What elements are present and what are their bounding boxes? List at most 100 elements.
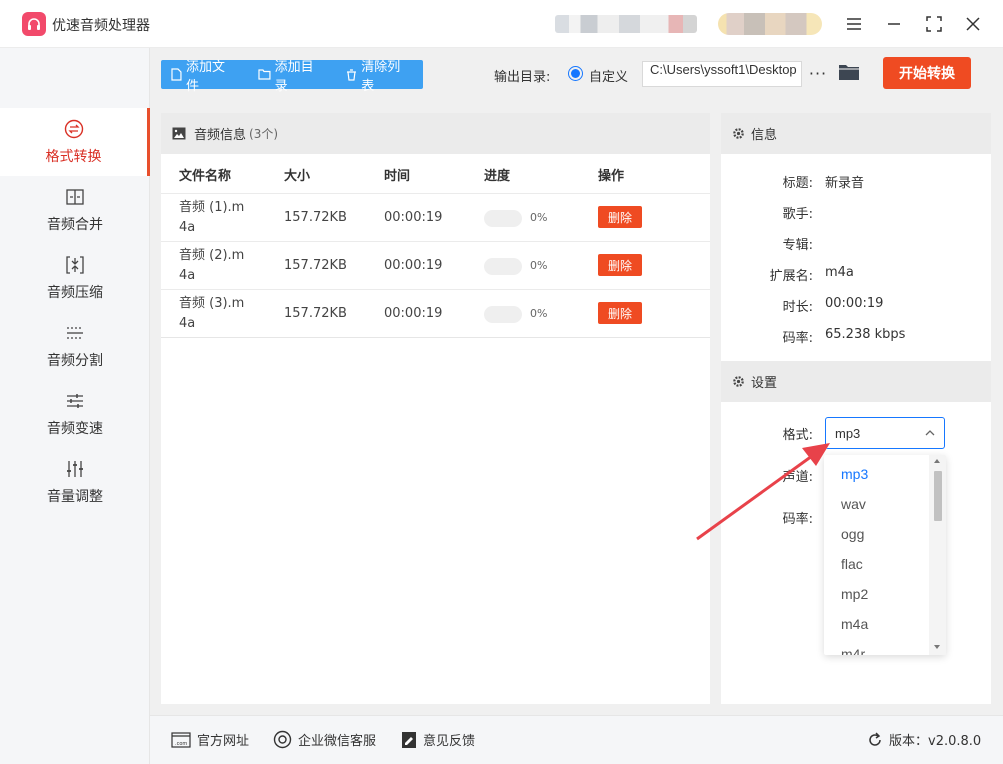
format-select[interactable]: mp3 (825, 417, 945, 449)
chevron-up-icon (925, 430, 935, 436)
delete-button[interactable]: 删除 (598, 302, 642, 324)
table-row[interactable]: 音频 (2).m4a 157.72KB 00:00:19 0% 删除 (161, 241, 710, 289)
custom-dir-radio[interactable] (568, 66, 583, 81)
maximize-button[interactable] (922, 12, 946, 36)
progress-bar (484, 258, 522, 275)
info-label-bitrate: 码率: (782, 331, 813, 346)
format-convert-icon (63, 118, 85, 140)
format-dropdown[interactable]: mp3 wav ogg flac mp2 m4a m4r (824, 455, 946, 655)
col-header-action: 操作 (598, 169, 625, 184)
format-option-flac[interactable]: flac (824, 549, 929, 579)
merge-icon (64, 186, 86, 208)
clear-list-button[interactable]: 清除列表 (336, 60, 423, 94)
scroll-up-icon[interactable] (934, 459, 940, 463)
sidebar-item-volume[interactable]: 音量调整 (0, 448, 150, 516)
speed-icon (64, 390, 86, 412)
hamburger-icon (847, 18, 861, 30)
folder-outline-icon (258, 69, 271, 80)
official-website-label: 官方网址 (197, 734, 250, 749)
file-name: 音频 (3).m4a (179, 296, 245, 331)
minimize-icon (888, 23, 900, 25)
close-button[interactable] (961, 12, 985, 36)
app-title: 优速音频处理器 (52, 18, 150, 34)
wechat-support-link[interactable]: 企业微信客服 (273, 730, 376, 749)
version-label: 版本：v2.0.8.0 (889, 734, 982, 749)
open-folder-button[interactable] (838, 62, 860, 84)
menu-button[interactable] (842, 12, 866, 36)
file-toolbar: 添加文件 添加目录 清除列表 (161, 60, 423, 94)
scrollbar-thumb[interactable] (934, 471, 942, 521)
audio-count: (3个) (249, 127, 279, 141)
blurred-account-info (555, 15, 697, 33)
custom-dir-radio-label[interactable]: 自定义 (589, 66, 628, 85)
info-label-title: 标题: (782, 176, 813, 191)
format-option-m4r[interactable]: m4r (824, 639, 929, 655)
format-option-mp2[interactable]: mp2 (824, 579, 929, 609)
info-label-duration: 时长: (782, 300, 813, 315)
info-label-album: 专辑: (782, 238, 813, 253)
start-convert-button[interactable]: 开始转换 (883, 57, 971, 89)
table-divider (161, 337, 710, 338)
refresh-icon (869, 731, 881, 746)
delete-button[interactable]: 删除 (598, 206, 642, 228)
sidebar-item-merge[interactable]: 音频合并 (0, 176, 150, 244)
split-icon (64, 322, 86, 344)
add-directory-button[interactable]: 添加目录 (248, 60, 337, 94)
progress-bar (484, 210, 522, 227)
output-dir-label: 输出目录: (494, 70, 551, 85)
gear-icon (733, 128, 744, 139)
add-file-button[interactable]: 添加文件 (161, 60, 248, 94)
bitrate-label: 码率: (782, 512, 813, 527)
feedback-link[interactable]: 意见反馈 (401, 730, 475, 749)
feedback-icon (402, 731, 416, 748)
file-name: 音频 (2).m4a (179, 248, 245, 283)
add-directory-label: 添加目录 (274, 59, 314, 94)
browse-more-button[interactable]: ··· (808, 61, 828, 85)
sidebar-item-speed[interactable]: 音频变速 (0, 380, 150, 448)
col-header-time: 时间 (384, 169, 411, 184)
channel-label: 声道: (782, 470, 813, 485)
version-info[interactable]: 版本：v2.0.8.0 (867, 730, 981, 749)
sidebar-item-label: 音量调整 (47, 489, 103, 505)
progress-percent: 0% (530, 211, 548, 224)
chat-icon (273, 730, 292, 749)
scroll-down-icon[interactable] (934, 645, 940, 649)
folder-icon (839, 65, 859, 80)
col-header-size: 大小 (284, 169, 311, 184)
svg-text:.com: .com (175, 741, 187, 747)
format-option-wav[interactable]: wav (824, 489, 929, 519)
file-size: 157.72KB (284, 306, 347, 321)
table-row[interactable]: 音频 (3).m4a 157.72KB 00:00:19 0% 删除 (161, 289, 710, 337)
sidebar-item-label: 音频变速 (47, 421, 103, 437)
blurred-user-avatar[interactable] (718, 13, 822, 35)
format-option-ogg[interactable]: ogg (824, 519, 929, 549)
table-row[interactable]: 音频 (1).m4a 157.72KB 00:00:19 0% 删除 (161, 193, 710, 241)
info-label-extension: 扩展名: (769, 269, 813, 284)
official-website-link[interactable]: .com 官方网址 (171, 730, 249, 749)
output-path-input[interactable]: C:\Users\yssoft1\Desktop (642, 61, 802, 87)
format-option-mp3[interactable]: mp3 (824, 459, 929, 489)
format-option-m4a[interactable]: m4a (824, 609, 929, 639)
col-header-name: 文件名称 (179, 169, 232, 184)
settings-title: 设置 (751, 376, 778, 391)
app-logo-icon (22, 12, 46, 36)
website-icon: .com (171, 731, 191, 748)
info-header: 信息 (721, 113, 991, 154)
info-value-duration: 00:00:19 (825, 296, 884, 311)
info-value-extension: m4a (825, 265, 854, 280)
add-file-label: 添加文件 (185, 59, 225, 94)
delete-button[interactable]: 删除 (598, 254, 642, 276)
sidebar-item-label: 格式转换 (45, 149, 102, 165)
gear-icon (733, 376, 744, 387)
minimize-button[interactable] (882, 12, 906, 36)
sidebar: 格式转换 音频合并 音频压缩 音频分割 音频变速 音量调整 (0, 48, 150, 764)
dropdown-scrollbar[interactable] (929, 455, 946, 655)
audio-info-title: 音频信息 (194, 128, 247, 143)
info-title: 信息 (751, 128, 778, 143)
file-size: 157.72KB (284, 210, 347, 225)
sidebar-item-compress[interactable]: 音频压缩 (0, 244, 150, 312)
sidebar-item-format-convert[interactable]: 格式转换 (0, 108, 150, 176)
file-size: 157.72KB (284, 258, 347, 273)
feedback-label: 意见反馈 (423, 734, 476, 749)
sidebar-item-split[interactable]: 音频分割 (0, 312, 150, 380)
